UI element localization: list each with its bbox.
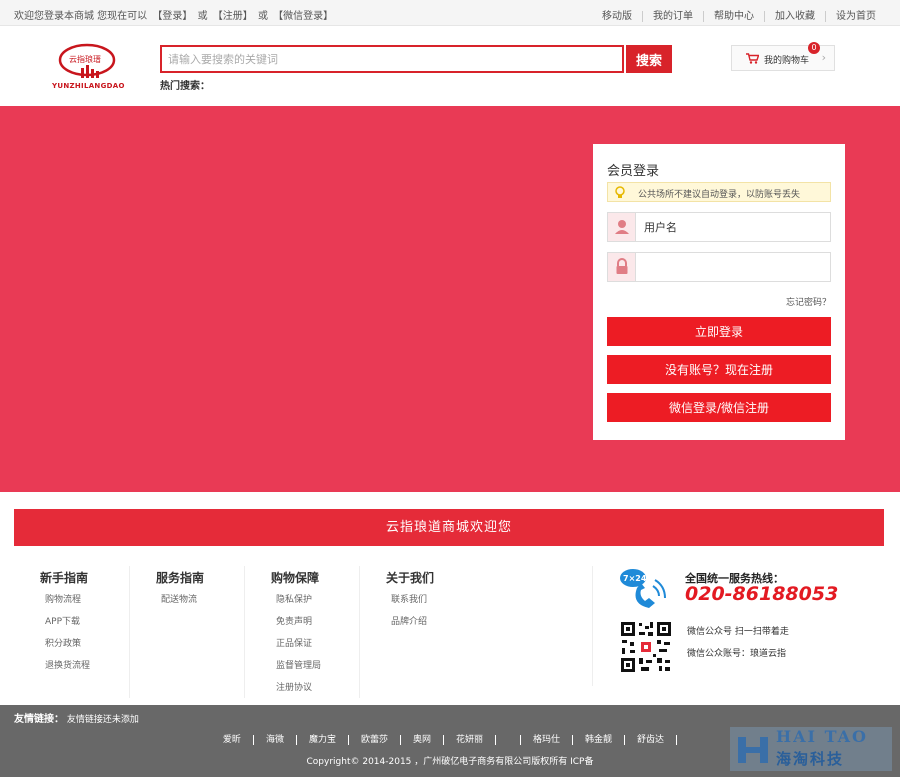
login-panel: 会员登录 公共场所不建议自动登录，以防账号丢失 忘记密码？ 立即登录 没有账号？…	[593, 144, 845, 440]
brand-link[interactable]: 海微	[253, 735, 297, 745]
login-link[interactable]: 【登录】	[152, 11, 192, 22]
guide-link[interactable]: APP下载	[45, 614, 90, 636]
top-links: 移动版 我的订单 帮助中心 加入收藏 设为首页	[592, 7, 886, 22]
hot-search-label: 热门搜索：	[160, 81, 210, 92]
phone-icon: 7×24	[619, 568, 675, 615]
watermark-en: HAI TAO	[776, 727, 868, 746]
guide-link[interactable]: 监督管理局	[276, 658, 321, 680]
chevron-right-icon: ›	[821, 51, 826, 64]
forgot-password-link[interactable]: 忘记密码？	[786, 295, 831, 308]
guide-link[interactable]: 正品保证	[276, 636, 321, 658]
wechat-scan-text: 微信公众号 扫一扫带着走	[687, 627, 789, 637]
hotline-badge: 7×24	[623, 574, 647, 583]
brand-link[interactable]: 奥网	[400, 735, 444, 745]
brand-link[interactable]: 欧蕾莎	[348, 735, 401, 745]
guide-link[interactable]: 购物流程	[45, 592, 90, 614]
guide-link[interactable]: 配送物流	[161, 592, 197, 614]
mobile-link[interactable]: 移动版	[592, 11, 642, 22]
wechat-login-link[interactable]: 【微信登录】	[273, 11, 333, 22]
guide-title: 关于我们	[386, 571, 435, 585]
user-icon	[608, 213, 636, 241]
my-orders-link[interactable]: 我的订单	[642, 11, 703, 22]
guide-link[interactable]: 积分政策	[45, 636, 90, 658]
tip-text: 公共场所不建议自动登录，以防账号丢失	[638, 190, 801, 200]
guide-link[interactable]: 联系我们	[391, 592, 427, 614]
guide-column-newbie: 新手指南 购物流程 APP下载 积分政策 退换货流程	[14, 566, 130, 698]
username-field[interactable]	[607, 212, 831, 242]
top-bar: 欢迎您登录本商城 您现在可以 【登录】 或 【注册】 或 【微信登录】 移动版我…	[0, 0, 900, 26]
friend-links: 友情链接： 友情链接还未添加	[14, 710, 139, 725]
welcome-prefix: 欢迎您登录本商城 您现在可以	[14, 11, 148, 22]
logo-mark: 云指琅瑨	[69, 54, 101, 64]
lightbulb-icon	[614, 186, 626, 202]
friend-links-label: 友情链接：	[14, 714, 64, 725]
guide-link[interactable]: 免责声明	[276, 614, 321, 636]
register-link[interactable]: 【注册】	[213, 11, 253, 22]
welcome-banner: 云指琅道商城欢迎您	[14, 509, 884, 546]
brand-link[interactable]: 韩金靓	[573, 735, 626, 745]
hotline-number: 020-86188053	[685, 583, 839, 605]
brand-link[interactable]	[496, 735, 522, 745]
welcome-text: 欢迎您登录本商城 您现在可以 【登录】 或 【注册】 或 【微信登录】	[14, 7, 335, 22]
set-homepage-link[interactable]: 设为首页	[825, 11, 886, 22]
brand-link[interactable]: 格玛仕	[521, 735, 574, 745]
guide-title: 购物保障	[271, 571, 320, 585]
guide-column-about: 关于我们 联系我们 品牌介绍	[359, 566, 475, 698]
guide-link[interactable]: 注册协议	[276, 680, 321, 702]
guide-column-guarantee: 购物保障 隐私保护 免责声明 正品保证 监督管理局 注册协议	[244, 566, 360, 698]
login-title: 会员登录	[607, 164, 660, 179]
username-input[interactable]	[644, 219, 824, 235]
guide-link[interactable]: 隐私保护	[276, 592, 321, 614]
or-text: 或	[197, 11, 208, 22]
watermark-logo-icon	[736, 733, 770, 767]
add-favorite-link[interactable]: 加入收藏	[764, 11, 825, 22]
search-input[interactable]	[160, 45, 624, 73]
login-button[interactable]: 立即登录	[607, 317, 831, 346]
wechat-login-button[interactable]: 微信登录/微信注册	[607, 393, 831, 422]
guide-title: 服务指南	[156, 571, 205, 585]
cart-icon	[746, 53, 760, 67]
lock-icon	[608, 253, 636, 281]
brand-link[interactable]: 舒齿达	[625, 735, 678, 745]
watermark-cn: 海淘科技	[776, 750, 845, 768]
wechat-qr-code	[619, 620, 673, 674]
guide-link[interactable]: 退换货流程	[45, 658, 90, 680]
friend-links-text: 友情链接还未添加	[66, 715, 139, 725]
password-input[interactable]	[644, 259, 824, 275]
wechat-account-text: 微信公众账号：琅道云指	[687, 649, 787, 659]
or-text: 或	[257, 11, 268, 22]
search-button[interactable]: 搜索	[626, 45, 672, 73]
logo-text: YUNZHILANGDAO	[52, 82, 125, 90]
brand-link[interactable]: 花妍丽	[444, 735, 497, 745]
hotline-section: 7×24 全国统一服务热线： 020-86188053 微信公众号 扫一扫带着走…	[592, 566, 892, 686]
cart-count-badge: 0	[808, 42, 820, 54]
guide-link[interactable]: 品牌介绍	[391, 614, 427, 636]
password-field[interactable]	[607, 252, 831, 282]
guide-title: 新手指南	[40, 571, 89, 585]
help-center-link[interactable]: 帮助中心	[703, 11, 764, 22]
register-button[interactable]: 没有账号？现在注册	[607, 355, 831, 384]
guide-column-service: 服务指南 配送物流	[129, 566, 245, 698]
brand-link[interactable]: 魔力宝	[296, 735, 349, 745]
security-tip: 公共场所不建议自动登录，以防账号丢失	[607, 182, 831, 202]
brand-link[interactable]: 爱昕	[222, 735, 254, 745]
cart-label: 我的购物车	[764, 56, 810, 66]
